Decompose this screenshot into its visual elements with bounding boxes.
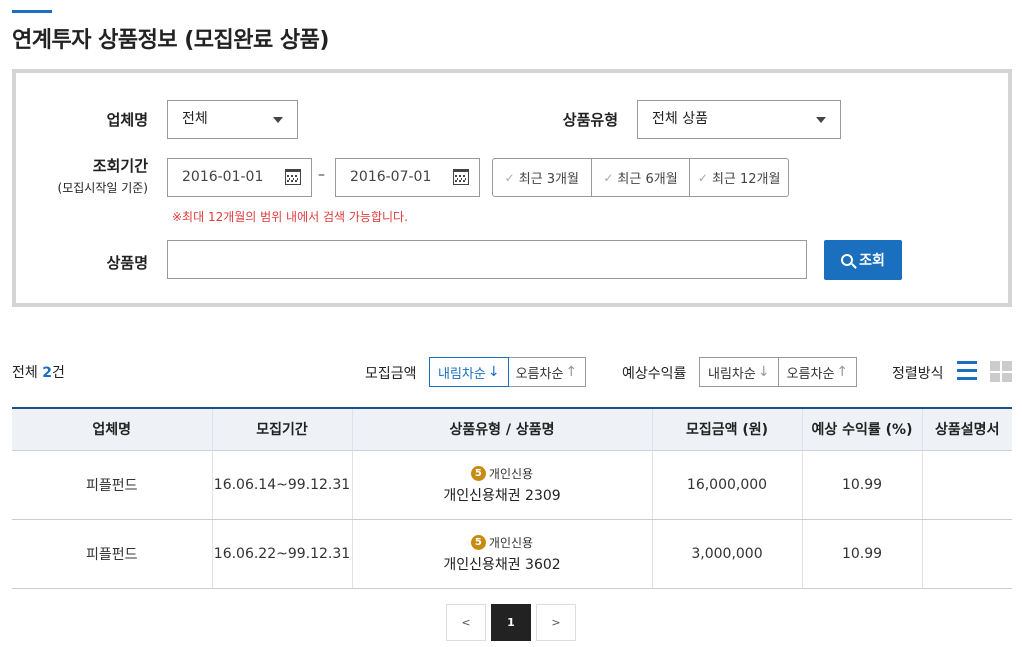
product-name[interactable]: 개인신용채권 3602 bbox=[353, 554, 652, 574]
period-label: 조회기간 bbox=[92, 157, 148, 175]
table-header-row: 업체명 모집기간 상품유형 / 상품명 모집금액 (원) 예상 수익률 (%) … bbox=[12, 408, 1012, 451]
arrow-down-icon: ↓ bbox=[757, 364, 770, 380]
pagination: < 1 > bbox=[446, 604, 576, 641]
company-select-value: 전체 bbox=[182, 111, 208, 127]
result-count: 2 bbox=[42, 365, 52, 381]
cell-product[interactable]: 5 개인신용 개인신용채권 2309 bbox=[351, 450, 652, 520]
search-filter-panel: 업체명 전체 상품유형 전체 상품 조회기간 (모집시작일 기준) 2016-0… bbox=[12, 69, 1012, 307]
start-date-input[interactable]: 2016-01-01 bbox=[167, 158, 312, 197]
table-row[interactable]: 피플펀드 16.06.14~99.12.31 5 개인신용 개인신용채권 230… bbox=[12, 450, 1012, 520]
date-range-dash: – bbox=[318, 167, 325, 183]
cell-amount: 16,000,000 bbox=[651, 450, 802, 520]
cell-period: 16.06.14~99.12.31 bbox=[211, 450, 352, 520]
cell-amount: 3,000,000 bbox=[651, 519, 802, 589]
list-view-icon[interactable] bbox=[957, 361, 977, 381]
amount-sort-asc-button[interactable]: 오름차순 ↑ bbox=[508, 358, 586, 386]
chevron-down-icon bbox=[273, 117, 283, 123]
cell-rate: 10.99 bbox=[801, 450, 922, 520]
result-total: 전체 2건 bbox=[12, 365, 65, 381]
product-name-label: 상품명 bbox=[106, 254, 148, 272]
title-accent-bar bbox=[12, 10, 52, 13]
product-type: 개인신용 bbox=[488, 535, 534, 550]
period-sublabel: (모집시작일 기준) bbox=[57, 181, 148, 195]
next-page-button[interactable]: > bbox=[536, 604, 576, 641]
arrow-up-icon: ↑ bbox=[836, 364, 849, 380]
cell-doc bbox=[921, 519, 1012, 589]
header-product: 상품유형 / 상품명 bbox=[351, 408, 652, 451]
end-date-value: 2016-07-01 bbox=[350, 169, 432, 185]
calendar-icon[interactable] bbox=[453, 169, 469, 185]
period-12-months-button[interactable]: ✓ 최근 12개월 bbox=[690, 159, 788, 196]
grade-badge: 5 bbox=[470, 465, 486, 481]
check-icon: ✓ bbox=[697, 170, 708, 185]
header-company: 업체명 bbox=[12, 408, 212, 451]
cell-rate: 10.99 bbox=[801, 519, 922, 589]
chevron-down-icon bbox=[816, 117, 826, 123]
arrow-up-icon: ↑ bbox=[565, 364, 578, 380]
amount-sort-desc-button[interactable]: 내림차순 ↓ bbox=[429, 357, 509, 387]
product-type-line: 5 개인신용 bbox=[353, 534, 652, 551]
prev-page-button[interactable]: < bbox=[446, 604, 486, 641]
product-name-input[interactable] bbox=[167, 240, 807, 279]
product-table: 업체명 모집기간 상품유형 / 상품명 모집금액 (원) 예상 수익률 (%) … bbox=[12, 407, 1012, 589]
cell-doc bbox=[921, 450, 1012, 520]
arrow-down-icon: ↓ bbox=[487, 364, 500, 380]
product-type: 개인신용 bbox=[488, 466, 534, 481]
amount-sort-group: 내림차순 ↓ 오름차순 ↑ bbox=[429, 357, 587, 387]
quick-period-group: ✓ 최근 3개월 ✓ 최근 6개월 ✓ 최근 12개월 bbox=[492, 158, 789, 197]
product-type-line: 5 개인신용 bbox=[353, 465, 652, 482]
search-button[interactable]: 조회 bbox=[824, 240, 902, 280]
end-date-input[interactable]: 2016-07-01 bbox=[335, 158, 480, 197]
grade-badge: 5 bbox=[470, 534, 486, 550]
cell-period: 16.06.22~99.12.31 bbox=[211, 519, 352, 589]
company-select[interactable]: 전체 bbox=[167, 100, 298, 139]
product-type-select-value: 전체 상품 bbox=[652, 111, 708, 127]
return-sort-desc-button[interactable]: 내림차순 ↓ bbox=[700, 358, 779, 386]
start-date-value: 2016-01-01 bbox=[182, 169, 264, 185]
calendar-icon[interactable] bbox=[285, 169, 301, 185]
header-amount: 모집금액 (원) bbox=[651, 408, 802, 451]
period-3-months-button[interactable]: ✓ 최근 3개월 bbox=[493, 159, 592, 196]
view-mode-label: 정렬방식 bbox=[892, 366, 944, 382]
cell-company: 피플펀드 bbox=[12, 519, 212, 589]
grid-view-icon[interactable] bbox=[990, 361, 1012, 382]
product-name[interactable]: 개인신용채권 2309 bbox=[353, 485, 652, 505]
period-warning: ※최대 12개월의 범위 내에서 검색 가능합니다. bbox=[172, 210, 408, 224]
page-1-button[interactable]: 1 bbox=[491, 604, 531, 641]
search-icon bbox=[841, 254, 854, 266]
cell-company: 피플펀드 bbox=[12, 450, 212, 520]
company-label: 업체명 bbox=[106, 111, 148, 129]
check-icon: ✓ bbox=[603, 170, 614, 185]
header-doc: 상품설명서 bbox=[921, 408, 1012, 451]
product-type-select[interactable]: 전체 상품 bbox=[637, 100, 841, 139]
return-sort-asc-button[interactable]: 오름차순 ↑ bbox=[779, 358, 857, 386]
cell-product[interactable]: 5 개인신용 개인신용채권 3602 bbox=[351, 519, 652, 589]
period-6-months-button[interactable]: ✓ 최근 6개월 bbox=[592, 159, 691, 196]
header-period: 모집기간 bbox=[211, 408, 352, 451]
amount-sort-label: 모집금액 bbox=[365, 366, 417, 382]
header-rate: 예상 수익률 (%) bbox=[801, 408, 922, 451]
table-row[interactable]: 피플펀드 16.06.22~99.12.31 5 개인신용 개인신용채권 360… bbox=[12, 519, 1012, 589]
return-sort-group: 내림차순 ↓ 오름차순 ↑ bbox=[699, 357, 858, 387]
return-sort-label: 예상수익률 bbox=[622, 366, 687, 382]
check-icon: ✓ bbox=[504, 170, 515, 185]
page-title: 연계투자 상품정보 (모집완료 상품) bbox=[12, 28, 329, 53]
product-type-label: 상품유형 bbox=[562, 111, 618, 129]
